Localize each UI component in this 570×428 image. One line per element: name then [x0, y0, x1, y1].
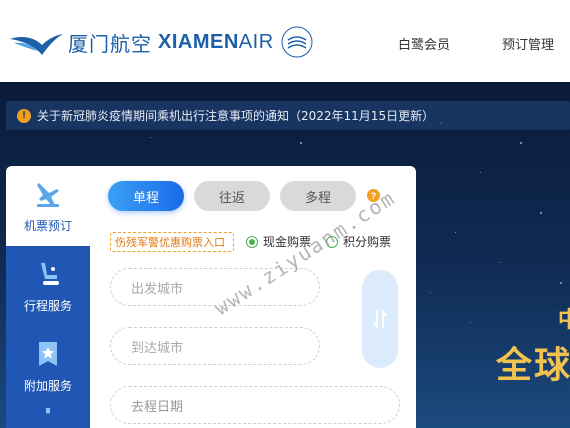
- tab-round-trip[interactable]: 往返: [194, 181, 270, 211]
- sidebar-item-label: 机票预订: [23, 219, 72, 233]
- skyteam-seal-icon: [281, 26, 313, 58]
- radio-label: 现金购票: [263, 235, 312, 249]
- swap-cities-button[interactable]: [362, 270, 398, 368]
- nav-booking-management[interactable]: 预订管理: [502, 34, 554, 53]
- banner-headline-top: 中: [558, 308, 570, 333]
- sidebar-item-more[interactable]: [6, 406, 90, 428]
- sidebar-item-label: 行程服务: [23, 299, 72, 313]
- logo-chinese-name: 厦门航空: [68, 31, 152, 56]
- promo-link-text: 伤残军警优惠购票入口: [115, 236, 225, 249]
- tab-one-way[interactable]: 单程: [108, 181, 184, 211]
- departure-date-input[interactable]: 去程日期: [110, 386, 400, 424]
- nav-member[interactable]: 白鹭会员: [398, 34, 450, 53]
- sidebar-item-extra-service[interactable]: 附加服务: [6, 326, 90, 406]
- star-badge-icon: [39, 342, 57, 366]
- egret-logo-icon: [10, 34, 63, 55]
- radio-label: 积分购票: [343, 235, 392, 249]
- arrival-city-input[interactable]: 到达城市: [110, 327, 320, 365]
- sidebar-item-flight-booking[interactable]: 机票预订: [6, 166, 90, 246]
- site-header: 厦门航空 XIAMENAIR 白鹭会员 预订管理: [0, 0, 570, 82]
- booking-panel: 机票预订 行程服务 附加服务 单程 往返 多程 ? 伤残军警优惠购票入口 现金购…: [6, 166, 416, 428]
- logo-english-name: XIAMENAIR: [158, 30, 274, 53]
- seat-icon: [41, 263, 59, 285]
- notice-bar[interactable]: ! 关于新冠肺炎疫情期间乘机出行注意事项的通知（2022年11月15日更新）: [6, 101, 570, 130]
- plane-ticket-icon: [37, 183, 59, 207]
- sidebar-item-trip-service[interactable]: 行程服务: [6, 246, 90, 326]
- swap-arrows-icon: [373, 309, 387, 329]
- banner-headline: 全球: [496, 345, 570, 386]
- tab-multi-city[interactable]: 多程: [280, 181, 356, 211]
- cash-purchase-radio[interactable]: 现金购票: [246, 233, 311, 250]
- disabled-military-discount-link[interactable]: 伤残军警优惠购票入口: [110, 232, 234, 252]
- notice-text[interactable]: 关于新冠肺炎疫情期间乘机出行注意事项的通知（2022年11月15日更新）: [37, 107, 434, 124]
- booking-sidenav: 机票预订 行程服务 附加服务: [6, 166, 90, 428]
- points-purchase-radio[interactable]: 积分购票: [326, 233, 391, 250]
- radio-checked-icon: [246, 235, 258, 248]
- sidebar-item-label: 附加服务: [23, 379, 72, 393]
- departure-city-input[interactable]: 出发城市: [110, 268, 320, 306]
- help-icon[interactable]: ?: [367, 189, 380, 202]
- warning-icon: !: [17, 108, 31, 123]
- radio-unchecked-icon: [326, 235, 338, 248]
- xiamen-air-logo[interactable]: 厦门航空 XIAMENAIR: [8, 22, 314, 62]
- document-icon: [46, 408, 50, 414]
